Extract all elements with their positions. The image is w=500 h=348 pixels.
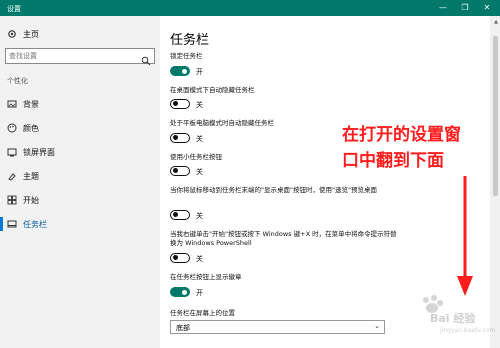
sidebar-item-colors[interactable]: 颜色 [0, 118, 160, 138]
section-title: 个性化 [7, 77, 28, 85]
search-box[interactable] [5, 48, 155, 66]
sidebar-item-label: 主页 [23, 30, 39, 39]
toggle-knob [182, 68, 187, 74]
annotation-line-1: 在打开的设置窗 [342, 125, 461, 145]
watermark-text: Bai 经验 [430, 312, 476, 325]
sidebar-item-label: 锁屏界面 [23, 148, 55, 157]
sidebar: 主页 个性化 背景 颜色 锁屏界面 主题 开始 [0, 16, 160, 348]
maximize-icon[interactable]: ❐ [454, 0, 476, 16]
toggle-knob [173, 135, 178, 140]
theme-icon [7, 171, 17, 181]
page-title: 任务栏 [170, 33, 210, 48]
setting-label: 在任务栏按钮上显示徽章 [170, 273, 242, 281]
close-icon[interactable]: ✕ [476, 0, 498, 16]
gear-icon [7, 29, 17, 39]
auto-hide-desktop-toggle[interactable] [170, 99, 190, 109]
toggle-state: 关 [196, 255, 203, 263]
lock-taskbar-toggle[interactable] [170, 66, 190, 76]
scroll-up-icon[interactable]: ▲ [494, 19, 498, 25]
taskbar-icon [7, 219, 17, 229]
sidebar-item-lock-screen[interactable]: 锁屏界面 [0, 142, 160, 162]
sidebar-item-label: 背景 [23, 100, 39, 109]
toggle-state: 关 [196, 101, 203, 109]
setting-label: 锁定任务栏 [170, 52, 203, 60]
window-title: 设置 [7, 5, 21, 13]
position-label: 任务栏在屏幕上的位置 [170, 309, 235, 317]
watermark-sub: jingyan.baidu.com [440, 327, 496, 334]
sidebar-item-themes[interactable]: 主题 [0, 166, 160, 186]
watermark: Bai 经验 jingyan.baidu.com [420, 294, 498, 344]
small-buttons-toggle[interactable] [170, 166, 190, 176]
sidebar-item-background[interactable]: 背景 [0, 94, 160, 114]
dropdown-value: 底部 [176, 324, 190, 332]
sidebar-item-home[interactable]: 主页 [0, 24, 160, 44]
toggle-state: 关 [196, 168, 203, 176]
start-icon [7, 195, 17, 205]
annotation-text: 在打开的设置窗 口中翻到下面 [342, 122, 492, 174]
toggle-state: 开 [196, 289, 203, 297]
search-input[interactable] [9, 50, 137, 62]
toggle-knob [182, 289, 187, 295]
active-indicator [0, 217, 3, 231]
image-icon [7, 99, 17, 109]
down-arrow-icon [457, 176, 473, 296]
title-bar: 设置 — ❐ ✕ [0, 0, 500, 16]
toggle-knob [173, 212, 178, 217]
setting-label: 在桌面模式下自动隐藏任务栏 [170, 86, 255, 94]
toggle-knob [173, 255, 178, 260]
sidebar-item-label: 颜色 [23, 124, 39, 133]
lock-screen-icon [7, 147, 17, 157]
scroll-thumb[interactable] [493, 36, 498, 196]
sidebar-item-taskbar[interactable]: 任务栏 [0, 214, 160, 234]
sidebar-item-label: 开始 [23, 196, 39, 205]
annotation-line-2: 口中翻到下面 [342, 151, 444, 171]
minimize-icon[interactable]: — [432, 0, 454, 16]
sidebar-item-label: 主题 [23, 172, 39, 181]
sidebar-item-label: 任务栏 [23, 220, 47, 229]
toggle-state: 关 [196, 135, 203, 143]
toggle-state: 关 [196, 212, 203, 220]
setting-label: 当你将鼠标移动到任务栏末端的"显示桌面"按钮时，使用"速览"预览桌面 [170, 186, 377, 194]
toggle-state: 开 [196, 68, 203, 76]
taskbar-position-dropdown[interactable]: 底部 ⌄ [170, 320, 385, 334]
toggle-knob [173, 101, 178, 106]
sidebar-item-start[interactable]: 开始 [0, 190, 160, 210]
powershell-toggle[interactable] [170, 253, 190, 263]
auto-hide-tablet-toggle[interactable] [170, 133, 190, 143]
search-icon[interactable] [141, 51, 151, 66]
badges-toggle[interactable] [170, 287, 190, 297]
toggle-knob [173, 168, 178, 173]
chevron-down-icon: ⌄ [374, 322, 380, 330]
setting-label: 当我右键单击"开始"按钮或按下 Windows 键+X 时，在菜单中将命令提示符… [170, 230, 397, 247]
peek-toggle[interactable] [170, 210, 190, 220]
palette-icon [7, 123, 17, 133]
